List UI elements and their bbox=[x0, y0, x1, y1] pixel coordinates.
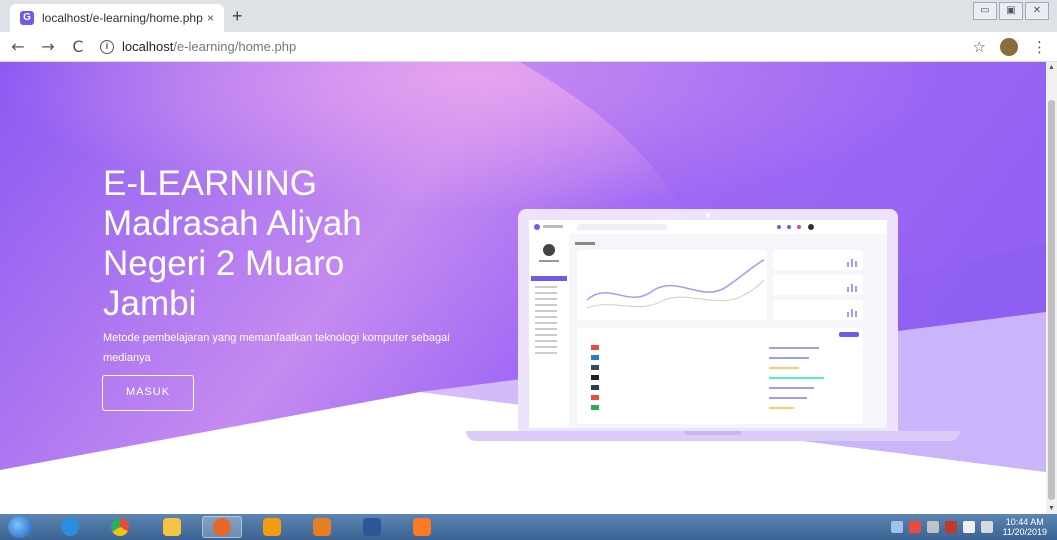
bookmark-star-icon[interactable]: ☆ bbox=[973, 38, 986, 56]
forward-button[interactable]: → bbox=[36, 37, 60, 56]
system-tray: 10:44 AM 11/20/2019 bbox=[885, 517, 1047, 537]
hero-title-line: Negeri 2 Muaro bbox=[103, 244, 345, 283]
laptop-illustration bbox=[466, 204, 960, 444]
page-viewport: E-LEARNING Madrasah Aliyah Negeri 2 Muar… bbox=[0, 62, 1046, 514]
firefox-icon[interactable] bbox=[202, 516, 242, 538]
tray-app-icon[interactable] bbox=[926, 521, 939, 533]
clock-time: 10:44 AM bbox=[1005, 517, 1044, 527]
laptop-notch bbox=[684, 431, 742, 435]
info-icon[interactable]: i bbox=[100, 39, 114, 54]
hero-description: Metode pembelajaran yang memanfaatkan te… bbox=[103, 332, 450, 364]
browser-toolbar: ← → C i localhost/e-learning/home.php ☆ … bbox=[0, 32, 1057, 62]
masuk-button[interactable]: MASUK bbox=[102, 375, 194, 411]
hero-title: E-LEARNING Madrasah Aliyah Negeri 2 Muar… bbox=[103, 164, 483, 324]
browser-menu-button[interactable]: ⋮ bbox=[1032, 38, 1047, 56]
windows-taskbar: 10:44 AM 11/20/2019 bbox=[0, 514, 1057, 540]
url-path: /e-learning/home.php bbox=[173, 39, 297, 54]
word-icon[interactable] bbox=[352, 516, 392, 538]
xampp-icon[interactable] bbox=[402, 516, 442, 538]
scroll-down-icon[interactable]: ▼ bbox=[1048, 505, 1055, 512]
maximize-button[interactable]: ▣ bbox=[999, 2, 1023, 20]
tray-app-icon[interactable] bbox=[908, 521, 921, 533]
browser-tab[interactable]: G localhost/e-learning/home.php × bbox=[10, 4, 224, 32]
ie-icon[interactable] bbox=[50, 516, 90, 538]
scrollbar-thumb[interactable] bbox=[1048, 100, 1055, 500]
hero-title-line: Madrasah Aliyah bbox=[103, 204, 362, 243]
chrome-icon[interactable] bbox=[100, 516, 140, 538]
explorer-icon[interactable] bbox=[152, 516, 192, 538]
new-tab-button[interactable]: + bbox=[232, 6, 243, 27]
media-player-icon[interactable] bbox=[302, 516, 342, 538]
clock-date: 11/20/2019 bbox=[1002, 527, 1047, 537]
reload-button[interactable]: C bbox=[66, 37, 90, 56]
window-controls: ▭ ▣ ✕ bbox=[971, 2, 1049, 20]
laptop-screen bbox=[529, 220, 887, 428]
hero-title-line: Jambi bbox=[103, 284, 197, 323]
tray-expand-icon[interactable] bbox=[890, 521, 903, 533]
dashboard-mockup bbox=[529, 220, 887, 428]
url-host: localhost bbox=[122, 39, 174, 54]
scroll-up-icon[interactable]: ▲ bbox=[1048, 64, 1055, 71]
start-button[interactable] bbox=[8, 516, 32, 538]
hero-title-line: E-LEARNING bbox=[103, 164, 317, 203]
sublime-icon[interactable] bbox=[252, 516, 292, 538]
tab-title: localhost/e-learning/home.php bbox=[42, 11, 203, 25]
tray-app-icon[interactable] bbox=[944, 521, 957, 533]
page-scrollbar[interactable]: ▲ ▼ bbox=[1046, 62, 1057, 514]
laptop-camera bbox=[706, 213, 710, 217]
minimize-button[interactable]: ▭ bbox=[973, 2, 997, 20]
network-icon[interactable] bbox=[962, 521, 975, 533]
favicon-icon: G bbox=[20, 11, 34, 25]
back-button[interactable]: ← bbox=[6, 37, 30, 56]
close-window-button[interactable]: ✕ bbox=[1025, 2, 1049, 20]
browser-tabbar: G localhost/e-learning/home.php × + ▭ ▣ … bbox=[0, 0, 1057, 32]
volume-icon[interactable] bbox=[980, 521, 993, 533]
taskbar-clock[interactable]: 10:44 AM 11/20/2019 bbox=[1003, 517, 1047, 537]
address-bar[interactable]: i localhost/e-learning/home.php bbox=[100, 39, 296, 54]
tab-close-button[interactable]: × bbox=[207, 11, 214, 25]
profile-avatar[interactable] bbox=[1000, 38, 1018, 56]
